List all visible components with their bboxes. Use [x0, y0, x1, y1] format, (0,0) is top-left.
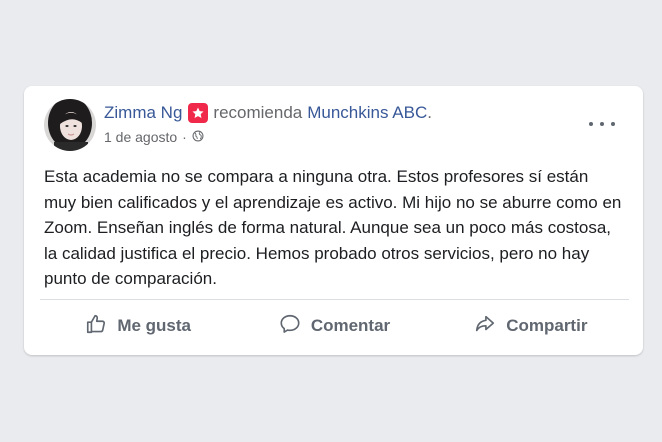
post-header: Zimma Ng recomienda Munchkins ABC . — [104, 102, 432, 124]
globe-icon — [192, 129, 204, 145]
comment-label: Comentar — [310, 316, 391, 335]
share-arrow-icon — [474, 313, 496, 340]
post-meta: 1 de agosto · — [104, 129, 204, 145]
avatar[interactable] — [44, 99, 96, 151]
comment-button[interactable]: Comentar — [236, 308, 432, 344]
meta-separator: · — [182, 129, 187, 145]
header-period: . — [427, 103, 432, 122]
share-label: Compartir — [506, 316, 588, 335]
divider — [40, 299, 629, 300]
post-body: Esta academia no se compara a ninguna ot… — [44, 167, 622, 289]
action-bar: Me gusta Comentar Compartir — [40, 308, 629, 344]
page-name-link[interactable]: Munchkins ABC — [307, 102, 427, 124]
recommendation-star-icon — [188, 103, 209, 123]
recommend-text: recomienda — [213, 103, 303, 122]
author-name[interactable]: Zimma Ng — [104, 102, 182, 124]
thumbs-up-icon — [85, 313, 107, 340]
comment-bubble-icon — [279, 313, 301, 340]
like-button[interactable]: Me gusta — [40, 308, 236, 344]
more-options-icon[interactable] — [589, 114, 615, 134]
review-post-card: Zimma Ng recomienda Munchkins ABC . 1 de… — [24, 86, 643, 355]
share-button[interactable]: Compartir — [433, 308, 629, 344]
like-label: Me gusta — [117, 316, 191, 335]
post-date[interactable]: 1 de agosto — [104, 129, 177, 145]
